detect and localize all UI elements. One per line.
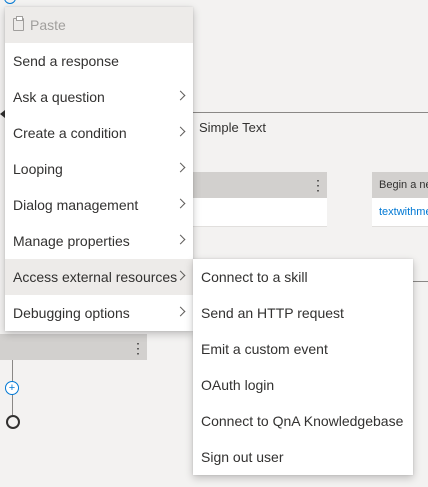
menu-item-dialog-management[interactable]: Dialog management bbox=[5, 187, 193, 223]
bottom-node-more-icon[interactable]: ⋮ bbox=[131, 341, 145, 355]
end-node-icon bbox=[6, 415, 20, 429]
menu-item-label: Access external resources bbox=[13, 269, 178, 285]
chevron-right-icon bbox=[175, 90, 186, 101]
submenu-item-http-request[interactable]: Send an HTTP request bbox=[193, 295, 413, 331]
submenu-item-label: OAuth login bbox=[201, 377, 275, 393]
menu-item-manage-properties[interactable]: Manage properties bbox=[5, 223, 193, 259]
paste-icon bbox=[13, 16, 24, 31]
menu-item-ask-question[interactable]: Ask a question bbox=[5, 79, 193, 115]
menu-item-create-condition[interactable]: Create a condition bbox=[5, 115, 193, 151]
add-node-icon[interactable]: + bbox=[5, 381, 19, 395]
chevron-right-icon bbox=[175, 126, 186, 137]
top-partial-circle-icon bbox=[4, 0, 16, 4]
action-node-body[interactable] bbox=[193, 198, 327, 227]
node-more-icon[interactable]: ⋮ bbox=[311, 178, 325, 192]
menu-item-label: Paste bbox=[30, 17, 66, 33]
menu-item-debugging-options[interactable]: Debugging options bbox=[5, 295, 193, 331]
submenu-item-qna-knowledgebase[interactable]: Connect to QnA Knowledgebase bbox=[193, 403, 413, 439]
submenu-item-label: Connect to a skill bbox=[201, 269, 308, 285]
menu-item-label: Debugging options bbox=[13, 305, 130, 321]
menu-item-label: Manage properties bbox=[13, 233, 130, 249]
begin-dialog-node-link[interactable]: textwithme bbox=[379, 206, 428, 218]
submenu-item-oauth-login[interactable]: OAuth login bbox=[193, 367, 413, 403]
menu-item-looping[interactable]: Looping bbox=[5, 151, 193, 187]
submenu-item-label: Send an HTTP request bbox=[201, 305, 344, 321]
chevron-right-icon bbox=[175, 162, 186, 173]
menu-item-access-external-resources[interactable]: Access external resources bbox=[5, 259, 193, 295]
menu-item-send-response[interactable]: Send a response bbox=[5, 43, 193, 79]
submenu-item-label: Sign out user bbox=[201, 449, 284, 465]
chevron-right-icon bbox=[175, 198, 186, 209]
submenu-item-emit-event[interactable]: Emit a custom event bbox=[193, 331, 413, 367]
submenu-item-label: Connect to QnA Knowledgebase bbox=[201, 413, 404, 429]
menu-item-label: Create a condition bbox=[13, 125, 127, 141]
submenu-item-connect-skill[interactable]: Connect to a skill bbox=[193, 259, 413, 295]
context-menu: Paste Send a response Ask a question Cre… bbox=[5, 7, 193, 331]
flow-edge-horizontal-top bbox=[193, 112, 428, 113]
menu-item-paste[interactable]: Paste bbox=[5, 7, 193, 43]
menu-item-label: Ask a question bbox=[13, 89, 105, 105]
begin-dialog-node-title: Begin a ne bbox=[379, 179, 428, 191]
submenu-item-label: Emit a custom event bbox=[201, 341, 328, 357]
menu-item-label: Looping bbox=[13, 161, 63, 177]
bottom-node-header[interactable] bbox=[0, 334, 147, 360]
chevron-right-icon bbox=[175, 306, 186, 317]
action-node-header[interactable] bbox=[193, 172, 327, 198]
menu-item-label: Send a response bbox=[13, 53, 119, 69]
chevron-right-icon bbox=[175, 234, 186, 245]
external-resources-submenu: Connect to a skill Send an HTTP request … bbox=[193, 259, 413, 475]
submenu-item-sign-out[interactable]: Sign out user bbox=[193, 439, 413, 475]
trigger-label: Simple Text bbox=[199, 120, 266, 135]
menu-item-label: Dialog management bbox=[13, 197, 139, 213]
